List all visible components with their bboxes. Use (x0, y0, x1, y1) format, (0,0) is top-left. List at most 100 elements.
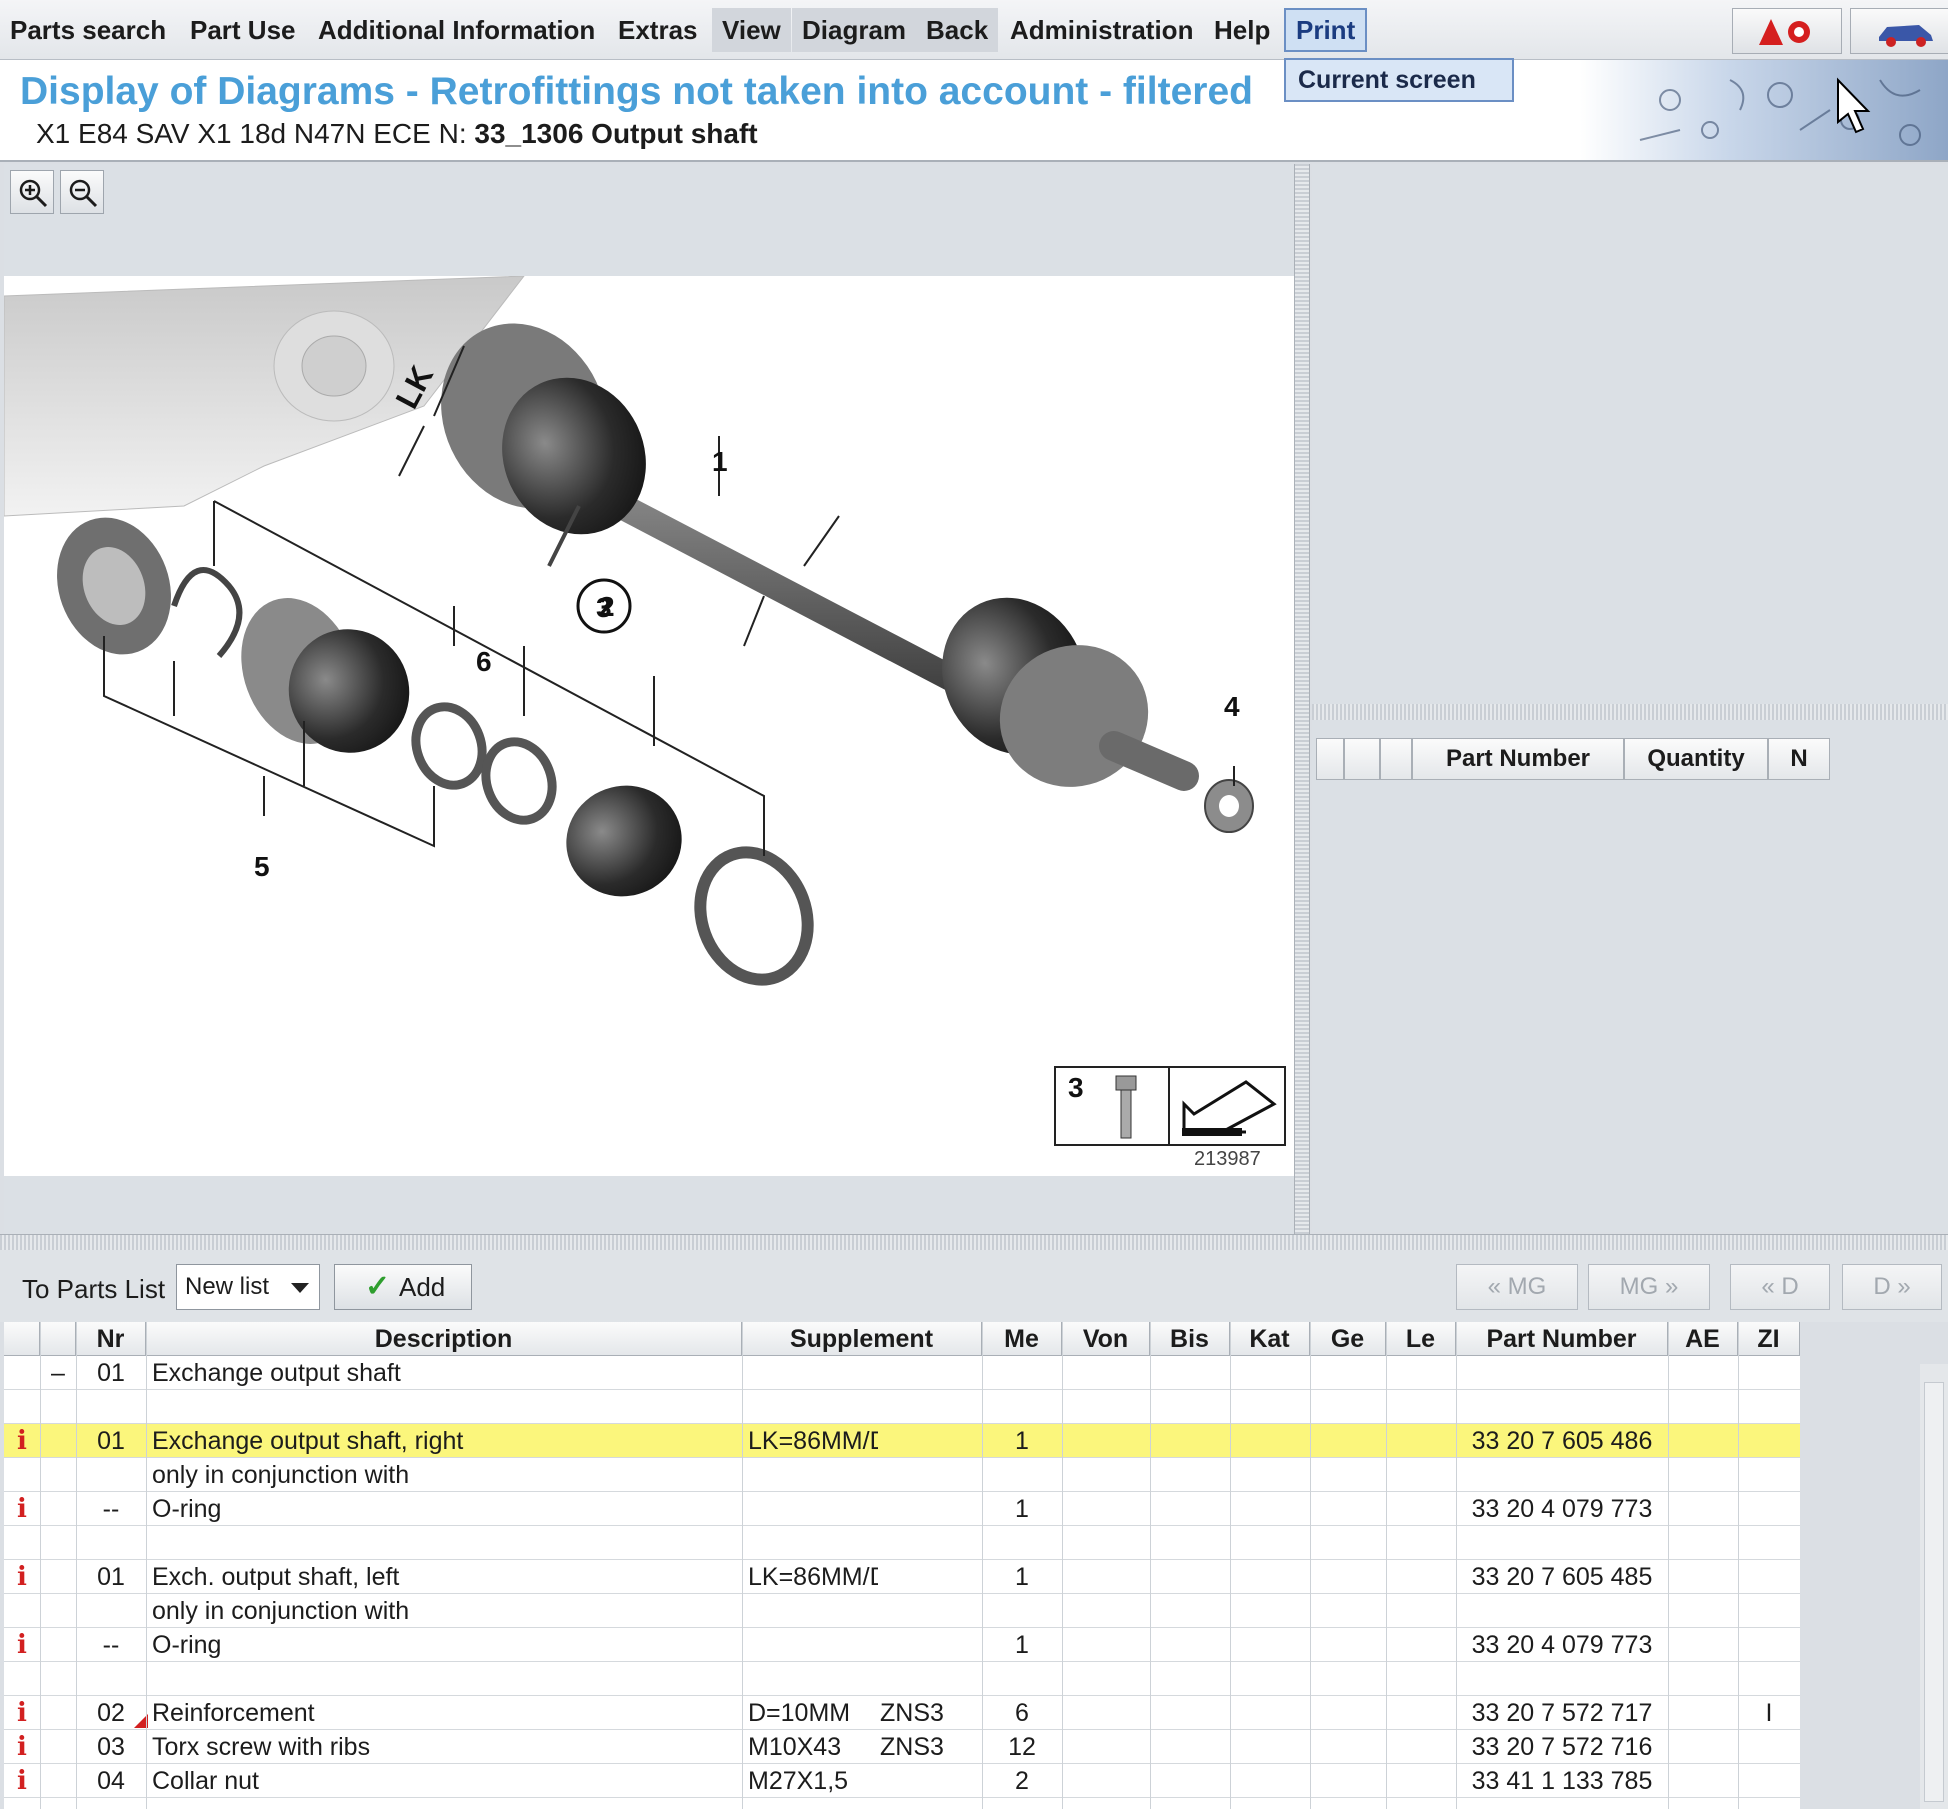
row-toggle[interactable]: – (40, 1356, 76, 1390)
info-icon[interactable] (4, 1526, 40, 1560)
vehicle-info: X1 E84 SAV X1 18d N47N ECE N: 33_1306 Ou… (36, 118, 758, 150)
parts-table: Nr Description Supplement Me Von Bis Kat… (4, 1322, 1800, 1809)
menu-back[interactable]: Back (916, 8, 999, 52)
info-icon[interactable]: i (4, 1492, 40, 1526)
row-toggle[interactable] (40, 1662, 76, 1696)
col-toggle[interactable] (40, 1322, 76, 1356)
row-supplement-code (880, 1390, 980, 1424)
col-description[interactable]: Description (146, 1322, 742, 1356)
row-toggle[interactable] (40, 1730, 76, 1764)
col-supplement[interactable]: Supplement (742, 1322, 982, 1356)
table-row[interactable]: i 01 Exch. output shaft, left LK=86MM/D=25M… (4, 1560, 1800, 1594)
table-row[interactable] (4, 1390, 1800, 1424)
menu-print[interactable]: Print (1284, 8, 1368, 52)
vehicle-icon-button[interactable] (1850, 8, 1948, 54)
info-icon[interactable]: i (4, 1764, 40, 1798)
parts-list-col-part-number[interactable]: Part Number (1412, 738, 1624, 780)
info-icon[interactable]: i (4, 1628, 40, 1662)
col-bis[interactable]: Bis (1150, 1322, 1230, 1356)
menu-view[interactable]: View (712, 8, 791, 52)
info-icon[interactable] (4, 1356, 40, 1390)
col-nr[interactable]: Nr (76, 1322, 146, 1356)
info-icon[interactable]: i (4, 1696, 40, 1730)
row-toggle[interactable] (40, 1764, 76, 1798)
info-icon[interactable] (4, 1662, 40, 1696)
print-current-screen-item[interactable]: Current screen (1284, 58, 1514, 102)
menu-extras[interactable]: Extras (608, 8, 708, 52)
parts-list-col-n[interactable]: N (1768, 738, 1830, 780)
col-info[interactable] (4, 1322, 40, 1356)
table-scrollbar-thumb[interactable] (1924, 1382, 1944, 1802)
col-ge[interactable]: Ge (1310, 1322, 1386, 1356)
menu-help[interactable]: Help (1204, 8, 1280, 52)
zoom-out-icon (69, 179, 98, 208)
parts-list-col-quantity[interactable]: Quantity (1624, 738, 1768, 780)
info-icon[interactable] (4, 1458, 40, 1492)
table-row[interactable]: i 02 Reinforcement D=10MM ZNS3 6 33 20 7 572 7… (4, 1696, 1800, 1730)
zoom-out-button[interactable] (60, 170, 104, 214)
parts-list-col-blank1[interactable] (1316, 738, 1344, 780)
table-row[interactable]: i 04 Collar nut M27X1,5 2 33 41 1 133 785 (4, 1764, 1800, 1798)
row-toggle[interactable] (40, 1628, 76, 1662)
parts-list-col-blank3[interactable] (1380, 738, 1412, 780)
table-scrollbar[interactable] (1920, 1364, 1948, 1809)
screw-icon (1115, 1075, 1137, 1139)
row-supplement-code: ZNS3 (880, 1699, 944, 1727)
aos-icon-button[interactable] (1732, 8, 1842, 54)
info-icon[interactable] (4, 1390, 40, 1424)
next-main-group-button[interactable]: MG » (1588, 1264, 1710, 1310)
table-row[interactable]: i 01 Exchange output shaft, right LK=86MM/D… (4, 1424, 1800, 1458)
prev-diagram-button[interactable]: « D (1730, 1264, 1830, 1310)
row-nr: -- (102, 1495, 120, 1523)
right-horizontal-splitter[interactable] (1312, 704, 1948, 720)
row-supplement (748, 1594, 878, 1628)
zoom-in-button[interactable] (10, 170, 54, 214)
main-horizontal-splitter[interactable] (0, 1234, 1948, 1250)
row-zi (1738, 1458, 1800, 1492)
table-row[interactable]: –01 Exchange output shaft (4, 1356, 1800, 1390)
column-divider (1310, 1322, 1311, 1809)
col-kat[interactable]: Kat (1230, 1322, 1310, 1356)
row-toggle[interactable] (40, 1390, 76, 1424)
menu-parts-search[interactable]: Parts search (0, 8, 176, 52)
parts-list-col-blank2[interactable] (1344, 738, 1380, 780)
col-von[interactable]: Von (1062, 1322, 1150, 1356)
menu-administration[interactable]: Administration (1000, 8, 1203, 52)
prev-main-group-button[interactable]: « MG (1456, 1264, 1578, 1310)
next-diagram-button[interactable]: D » (1842, 1264, 1942, 1310)
row-supplement (748, 1390, 878, 1424)
info-icon[interactable]: i (4, 1560, 40, 1594)
row-toggle[interactable] (40, 1594, 76, 1628)
col-part-number[interactable]: Part Number (1456, 1322, 1668, 1356)
table-row[interactable]: i 03 Torx screw with ribs M10X43 ZNS3 12 33 20… (4, 1730, 1800, 1764)
menu-diagram[interactable]: Diagram (792, 8, 917, 52)
col-ae[interactable]: AE (1668, 1322, 1738, 1356)
parts-diagram[interactable]: LK 1 2 3 4 5 6 3 213987 (4, 276, 1294, 1176)
col-me[interactable]: Me (982, 1322, 1062, 1356)
info-icon[interactable]: i (4, 1424, 40, 1458)
table-row[interactable]: i -- O-ring 1 33 20 4 079 773 (4, 1628, 1800, 1662)
row-supplement (748, 1492, 878, 1526)
row-me: 12 (1008, 1733, 1036, 1761)
row-toggle[interactable] (40, 1458, 76, 1492)
row-toggle[interactable] (40, 1526, 76, 1560)
vertical-splitter[interactable] (1294, 164, 1310, 1234)
info-icon[interactable] (4, 1594, 40, 1628)
row-toggle[interactable] (40, 1696, 76, 1730)
table-row[interactable] (4, 1662, 1800, 1696)
add-button[interactable]: ✓ Add (334, 1264, 472, 1310)
table-row[interactable]: only in conjunction with (4, 1458, 1800, 1492)
table-row[interactable]: only in conjunction with (4, 1594, 1800, 1628)
col-le[interactable]: Le (1386, 1322, 1456, 1356)
chevron-down-icon (291, 1283, 309, 1293)
row-toggle[interactable] (40, 1424, 76, 1458)
parts-list-select[interactable]: New list (176, 1264, 320, 1310)
table-row[interactable]: i -- O-ring 1 33 20 4 079 773 (4, 1492, 1800, 1526)
menu-part-use[interactable]: Part Use (180, 8, 306, 52)
col-zi[interactable]: ZI (1738, 1322, 1800, 1356)
table-row[interactable] (4, 1526, 1800, 1560)
row-toggle[interactable] (40, 1560, 76, 1594)
menu-additional-information[interactable]: Additional Information (308, 8, 605, 52)
row-toggle[interactable] (40, 1492, 76, 1526)
info-icon[interactable]: i (4, 1730, 40, 1764)
